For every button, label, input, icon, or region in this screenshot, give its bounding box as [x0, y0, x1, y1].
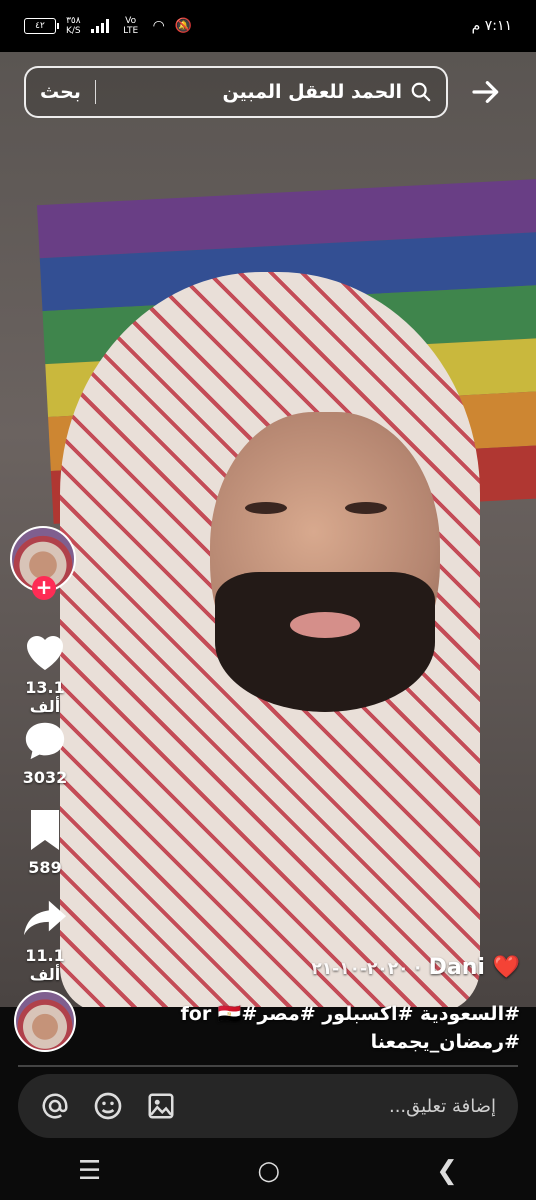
- back-arrow-icon[interactable]: [470, 76, 502, 114]
- mute-icon: 🔕: [174, 18, 193, 34]
- search-icon: [411, 82, 431, 102]
- save-button[interactable]: 589: [10, 808, 80, 877]
- mouth: [290, 612, 360, 638]
- search-divider: [94, 80, 97, 104]
- beard: [215, 572, 435, 712]
- image-icon[interactable]: [146, 1091, 176, 1121]
- wifi-icon: ◠: [152, 18, 165, 34]
- search-query[interactable]: الحمد للعقل المبين: [110, 81, 402, 103]
- like-count: 13.1 ألف: [25, 678, 65, 716]
- comment-input[interactable]: إضافة تعليق...: [176, 1096, 496, 1117]
- hashtags[interactable]: #السعودية #اكسبلور #مصر#for 🇪🇬 #رمضان_يج…: [70, 1000, 521, 1056]
- author-name[interactable]: Dani: [429, 955, 485, 980]
- status-icons: ٤٢ ٣٥٨ K/S Vo LTE ◠ 🔕: [24, 16, 192, 36]
- save-count: 589: [28, 858, 62, 877]
- heart-emoji-icon: ❤️: [492, 955, 520, 980]
- right-eye: [345, 502, 387, 514]
- comment-count: 3032: [22, 768, 68, 787]
- status-bar: ٤٢ ٣٥٨ K/S Vo LTE ◠ 🔕 ٧:١١ م: [0, 0, 536, 52]
- post-date: · ٢٠٢٠-١٠-٢١: [311, 959, 421, 979]
- emoji-icon[interactable]: [92, 1090, 124, 1122]
- video-player[interactable]: [0, 52, 536, 1007]
- creator-avatar[interactable]: +: [10, 526, 76, 600]
- mini-avatar[interactable]: [14, 990, 76, 1052]
- comment-bar[interactable]: إضافة تعليق...: [18, 1074, 518, 1138]
- hashtags-line-1[interactable]: #السعودية #اكسبلور #مصر#for 🇪🇬: [70, 1000, 521, 1028]
- network-speed: ٣٥٨ K/S: [66, 16, 81, 36]
- egypt-flag-icon: 🇪🇬: [217, 1003, 242, 1025]
- battery-icon: ٤٢: [24, 18, 59, 34]
- back-icon[interactable]: ❮: [436, 1156, 458, 1186]
- video-progress-bar[interactable]: [18, 1065, 518, 1067]
- signal-icon: [90, 19, 109, 33]
- recent-apps-icon[interactable]: ☰: [78, 1156, 101, 1186]
- search-bar[interactable]: الحمد للعقل المبين بحث: [24, 66, 448, 118]
- like-button[interactable]: 13.1 ألف: [10, 628, 80, 716]
- share-icon: [23, 900, 67, 936]
- status-time: ٧:١١ م: [471, 18, 512, 34]
- hashtags-line-2[interactable]: #رمضان_يجمعنا: [70, 1028, 520, 1056]
- left-eye: [245, 502, 287, 514]
- volte-indicator: Vo LTE: [123, 16, 139, 36]
- comment-icons: [40, 1090, 176, 1122]
- bookmark-icon: [31, 810, 59, 850]
- heart-icon: [27, 636, 63, 670]
- comment-button[interactable]: 3032: [10, 718, 80, 787]
- author-line[interactable]: ❤️ Dani · ٢٠٢٠-١٠-٢١: [70, 955, 520, 980]
- home-icon[interactable]: ○: [257, 1156, 280, 1186]
- search-submit-button[interactable]: بحث: [40, 81, 81, 103]
- follow-button[interactable]: +: [32, 576, 56, 600]
- video-subject: [60, 272, 480, 1007]
- comment-icon: [25, 722, 65, 760]
- system-nav-bar: ☰ ○ ❮: [0, 1142, 536, 1200]
- at-mention-icon[interactable]: [40, 1091, 70, 1121]
